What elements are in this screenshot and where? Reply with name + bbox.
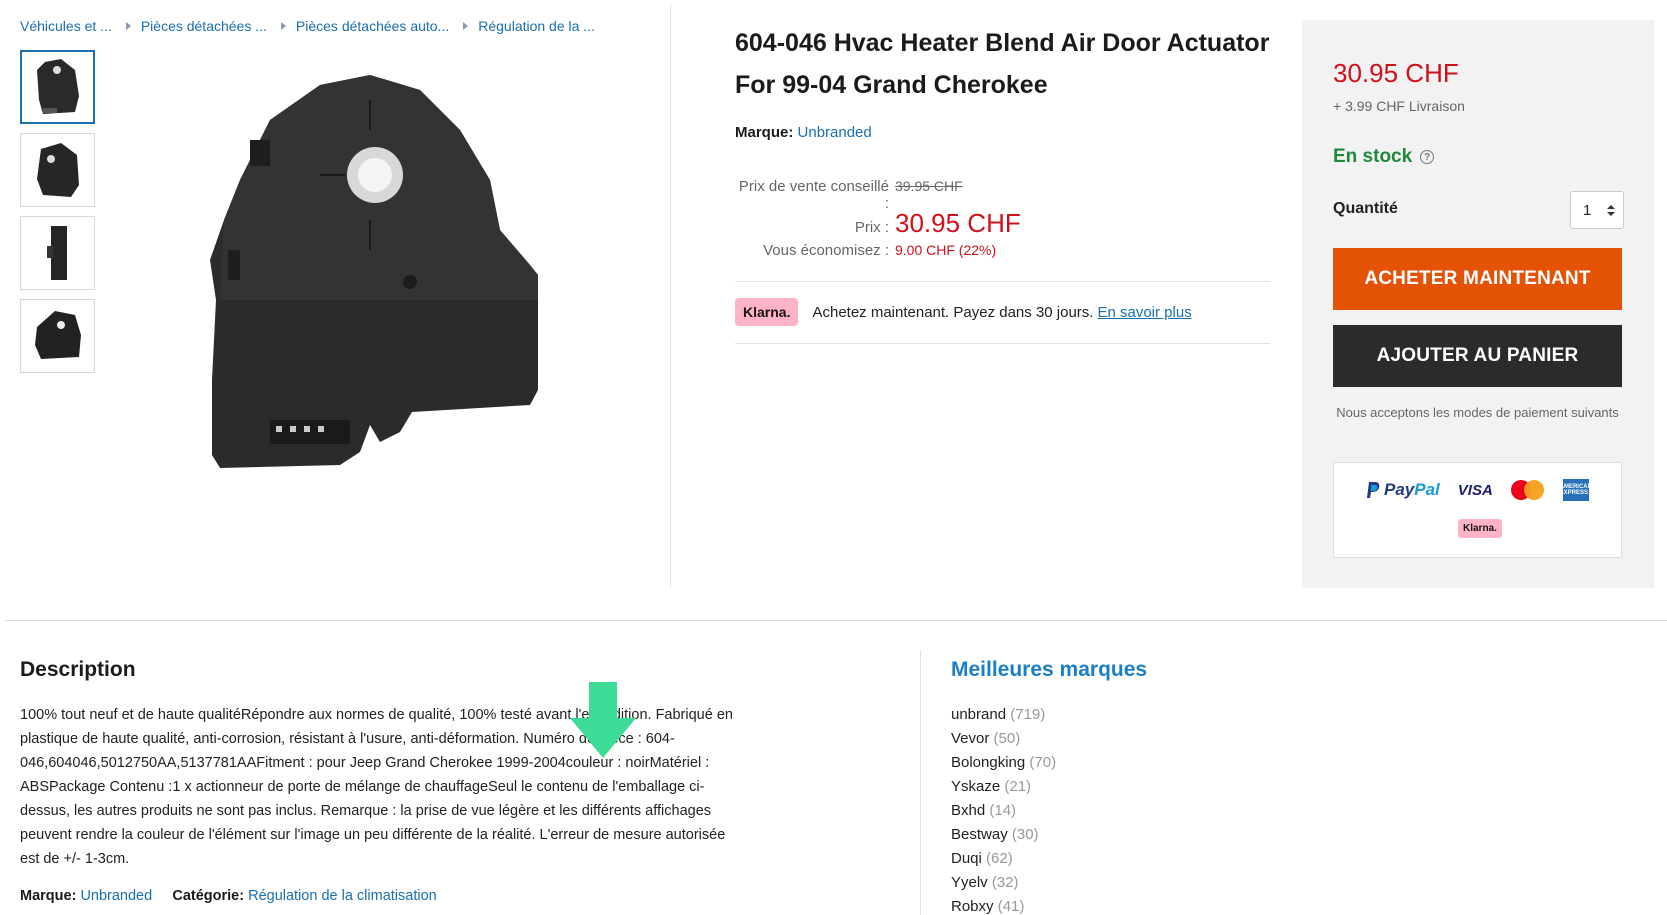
delivery-cost: + 3.99 CHF Livraison	[1333, 98, 1465, 114]
description-title: Description	[20, 658, 136, 681]
payment-methods-box: Pay Pal VISA AMERICAN EXPRESS Klarna.	[1333, 462, 1622, 558]
divider	[735, 281, 1270, 282]
caret-right-icon	[463, 22, 469, 30]
stock-status: En stock ?	[1333, 146, 1435, 168]
actuator-thumbnail-image	[36, 59, 79, 114]
klarna-logo: Klarna.	[735, 298, 799, 326]
actuator-thumbnail-image	[36, 143, 79, 197]
meta-category-link[interactable]: Régulation de la climatisation	[248, 888, 437, 904]
caret-right-icon	[280, 22, 286, 30]
klarna-logo-icon: Klarna.	[1458, 519, 1502, 538]
quantity-value: 1	[1583, 201, 1592, 219]
amex-logo-icon: AMERICAN EXPRESS	[1560, 479, 1592, 501]
rrp-row: Prix de vente conseillé : 39.95 CHF	[735, 178, 1021, 212]
klarna-learn-more-link[interactable]: En savoir plus	[1097, 304, 1191, 321]
price-label: Prix :	[854, 219, 889, 236]
breadcrumb: Véhicules et ... Pièces détachées ... Pi…	[20, 18, 595, 34]
brand-item[interactable]: unbrand (719)	[951, 703, 1056, 727]
add-to-cart-button[interactable]: AJOUTER AU PANIER	[1333, 325, 1622, 387]
savings-value: 9.00 CHF (22%)	[895, 242, 997, 258]
breadcrumb-item-pieces-detachees[interactable]: Pièces détachées ...	[141, 18, 267, 34]
quantity-label: Quantité	[1333, 200, 1398, 217]
price-table: Prix de vente conseillé : 39.95 CHF Prix…	[735, 178, 1021, 272]
description-meta: Marque: Unbranded Catégorie: Régulation …	[20, 888, 437, 904]
brand-item[interactable]: Yskaze (21)	[951, 775, 1056, 799]
quantity-select[interactable]: 1	[1570, 191, 1624, 229]
price-value: 30.95 CHF	[895, 208, 1021, 238]
meta-brand-label: Marque:	[20, 888, 77, 904]
divider	[735, 343, 1270, 344]
klarna-text: Achetez maintenant. Payez dans 30 jours.	[812, 303, 1094, 321]
paypal-p-icon	[1367, 482, 1380, 498]
buybox-price: 30.95 CHF	[1333, 58, 1459, 88]
thumbnail-3[interactable]	[20, 216, 95, 290]
actuator-thumbnail-image	[46, 226, 67, 280]
caret-right-icon	[125, 22, 131, 30]
savings-label: Vous économisez :	[763, 242, 889, 259]
thumbnail-1[interactable]	[20, 50, 95, 124]
column-divider	[670, 5, 671, 588]
brand-item[interactable]: Bolongking (70)	[951, 751, 1056, 775]
buy-now-button[interactable]: ACHETER MAINTENANT	[1333, 248, 1622, 310]
actuator-main-image	[210, 75, 538, 468]
top-brands-title: Meilleures marques	[951, 658, 1148, 681]
thumbnail-gallery	[20, 50, 96, 382]
down-arrow-icon	[570, 682, 636, 758]
payment-methods-text: Nous acceptons les modes de paiement sui…	[1336, 405, 1619, 420]
meta-brand-link[interactable]: Unbranded	[80, 888, 152, 904]
brand-item[interactable]: Vevor (50)	[951, 727, 1056, 751]
thumbnail-2[interactable]	[20, 133, 95, 207]
price-row: Prix : 30.95 CHF	[735, 208, 1021, 242]
klarna-banner: Klarna. Achetez maintenant. Payez dans 3…	[735, 298, 1192, 326]
section-divider	[5, 620, 1667, 621]
savings-row: Vous économisez : 9.00 CHF (22%)	[735, 242, 1021, 272]
brand-item[interactable]: Yyelv (32)	[951, 871, 1056, 895]
help-circle-icon[interactable]: ?	[1420, 150, 1435, 164]
brand-link[interactable]: Unbranded	[798, 124, 872, 141]
breadcrumb-item-regulation[interactable]: Régulation de la ...	[478, 18, 595, 34]
brand-item[interactable]: Duqi (62)	[951, 847, 1056, 871]
brand-item[interactable]: Bestway (30)	[951, 823, 1056, 847]
buy-box: 30.95 CHF + 3.99 CHF Livraison En stock …	[1302, 20, 1654, 588]
top-brands-list: unbrand (719) Vevor (50) Bolongking (70)…	[951, 703, 1056, 915]
product-brand: Marque: Unbranded	[735, 124, 872, 141]
actuator-thumbnail-image	[34, 311, 81, 359]
meta-category-label: Catégorie:	[172, 888, 245, 904]
rrp-label: Prix de vente conseillé :	[738, 178, 889, 212]
brand-item[interactable]: Bxhd (14)	[951, 799, 1056, 823]
visa-logo-icon: VISA	[1457, 481, 1493, 499]
product-title: 604-046 Hvac Heater Blend Air Door Actua…	[735, 29, 1270, 99]
breadcrumb-item-vehicules[interactable]: Véhicules et ...	[20, 18, 112, 34]
paypal-logo-icon: Pay Pal	[1366, 480, 1440, 500]
product-main-image[interactable]	[200, 60, 550, 480]
brand-item[interactable]: Robxy (41)	[951, 895, 1056, 915]
rrp-value: 39.95 CHF	[895, 178, 963, 194]
breadcrumb-item-pieces-auto[interactable]: Pièces détachées auto...	[296, 18, 449, 34]
up-down-arrows-icon	[1607, 204, 1615, 216]
mastercard-logo-icon	[1510, 479, 1545, 501]
thumbnail-4[interactable]	[20, 299, 95, 373]
stock-label: En stock	[1333, 146, 1413, 167]
column-divider	[920, 650, 921, 915]
brand-label: Marque:	[735, 124, 794, 141]
